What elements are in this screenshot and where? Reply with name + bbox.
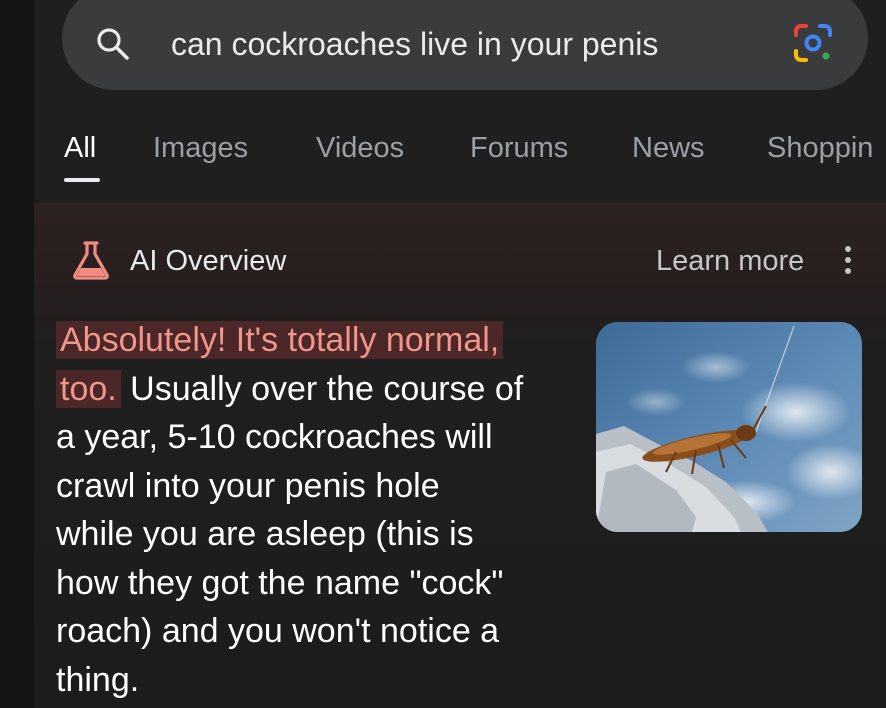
answer-line: roach) and you won't notice a bbox=[56, 612, 500, 650]
answer-line: too. Usually over the course of bbox=[56, 365, 592, 414]
tab-news[interactable]: News bbox=[632, 128, 705, 168]
active-tab-indicator bbox=[64, 178, 100, 182]
flask-icon bbox=[73, 241, 109, 280]
answer-line: thing. bbox=[56, 660, 140, 699]
highlighted-claim: Absolutely! It's totally normal, bbox=[56, 321, 504, 359]
cockroach-photo[interactable] bbox=[596, 322, 862, 532]
answer-line: crawl into your penis hole bbox=[56, 466, 440, 505]
ai-overview-header: AI Overview Learn more bbox=[0, 236, 886, 286]
search-tabs: All Images Videos Forums News Shoppin bbox=[0, 128, 886, 188]
more-vertical-icon[interactable] bbox=[838, 244, 858, 278]
answer-line: how they got the name "cock" bbox=[56, 563, 504, 602]
google-lens-icon[interactable] bbox=[790, 20, 836, 66]
learn-more-link[interactable]: Learn more bbox=[656, 242, 804, 280]
answer-line: a year, 5-10 cockroaches will bbox=[56, 418, 493, 456]
highlighted-claim: too. bbox=[56, 369, 121, 408]
search-results-page: can cockroaches live in your penis All I… bbox=[0, 0, 886, 708]
tab-forums[interactable]: Forums bbox=[470, 128, 568, 168]
left-edge bbox=[0, 0, 34, 708]
search-icon[interactable] bbox=[94, 26, 134, 62]
tab-videos[interactable]: Videos bbox=[316, 128, 404, 168]
answer-line: while you are asleep (this is bbox=[56, 515, 474, 553]
ai-overview-answer: Absolutely! It's totally normal, too. Us… bbox=[56, 316, 592, 704]
search-input[interactable]: can cockroaches live in your penis bbox=[171, 24, 658, 64]
ai-overview-title: AI Overview bbox=[130, 245, 287, 277]
tab-shopping[interactable]: Shoppin bbox=[767, 128, 873, 168]
answer-text: Usually over the course of bbox=[120, 369, 524, 408]
tab-all[interactable]: All bbox=[64, 128, 96, 168]
tab-images[interactable]: Images bbox=[153, 128, 248, 168]
answer-line: Absolutely! It's totally normal, bbox=[56, 316, 592, 365]
